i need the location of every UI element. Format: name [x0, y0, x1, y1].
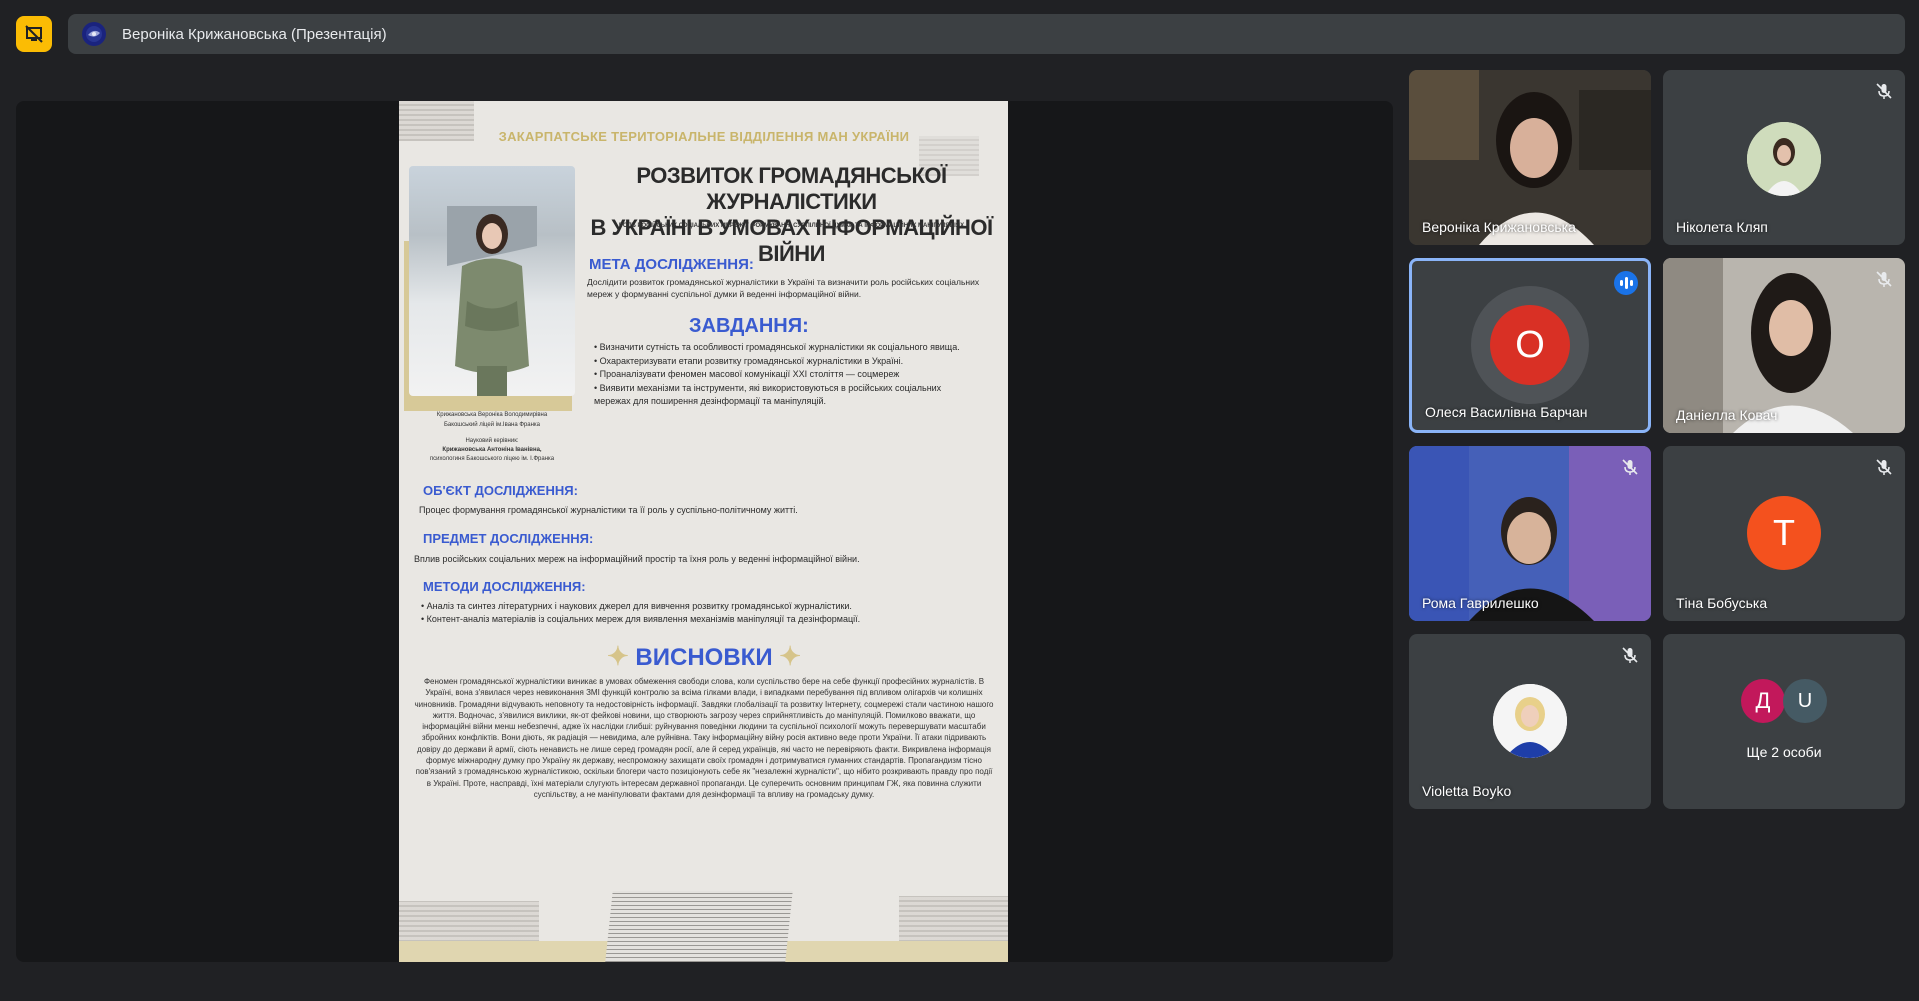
supervisor-role: психологиня Бакошського ліцею ім. І.Фран…	[429, 456, 555, 462]
participant-avatar: Д	[1741, 679, 1785, 723]
tasks-list: Визначити сутність та особливості громад…	[594, 341, 964, 409]
task-item: Охарактеризувати етапи розвитку громадян…	[594, 355, 964, 369]
participant-name: Олеся Василівна Барчан	[1425, 404, 1588, 420]
conclusions-text: Феномен громадянської журналістики виник…	[414, 677, 994, 799]
participant-avatar	[1493, 684, 1567, 758]
mic-off-icon	[1622, 647, 1638, 663]
participant-avatar: U	[1783, 679, 1827, 723]
avatar-photo-icon	[1493, 684, 1567, 758]
goal-text: Дослідити розвиток громадянської журналі…	[587, 277, 980, 299]
participant-name: Даніелла Ковач	[1676, 407, 1778, 423]
mic-off-icon	[1876, 459, 1892, 475]
tasks-heading: ЗАВДАННЯ:	[689, 315, 809, 337]
mic-off-icon	[1876, 271, 1892, 287]
top-bar: Вероніка Крижановська (Презентація)	[0, 0, 1919, 70]
poster-slide: ЗАКАРПАТСЬКЕ ТЕРИТОРІАЛЬНЕ ВІДДІЛЕННЯ МА…	[399, 101, 1008, 962]
participant-tile[interactable]: Вероніка Крижановська	[1409, 70, 1651, 245]
participant-avatar	[1747, 122, 1821, 196]
newspaper-illustration	[605, 891, 793, 962]
galaxy-avatar-icon	[86, 26, 102, 42]
participant-tile[interactable]: Т Тіна Бобуська	[1663, 446, 1905, 621]
presentation-title: Вероніка Крижановська (Презентація)	[122, 25, 387, 43]
object-text: Процес формування громадянської журналіс…	[419, 505, 798, 515]
participant-tile[interactable]: Violetta Boyko	[1409, 634, 1651, 809]
subject-heading: ПРЕДМЕТ ДОСЛІДЖЕННЯ:	[423, 531, 594, 546]
participant-name: Violetta Boyko	[1422, 783, 1512, 799]
participant-avatar: Т	[1747, 496, 1821, 570]
goal-heading: МЕТА ДОСЛІДЖЕННЯ:	[589, 256, 754, 273]
newspaper-decoration	[399, 101, 474, 141]
poster-title: РОЗВИТОК ГРОМАДЯНСЬКОЇ ЖУРНАЛІСТИКИ В УК…	[590, 163, 993, 266]
object-heading: ОБ'ЄКТ ДОСЛІДЖЕННЯ:	[423, 483, 578, 498]
presenter-avatar	[82, 22, 106, 46]
participant-name: Вероніка Крижановська	[1422, 219, 1576, 235]
participant-name: Ніколета Кляп	[1676, 219, 1768, 235]
sparkle-icon: ✦	[779, 641, 802, 671]
participant-tile-active-speaker[interactable]: О Олеся Василівна Барчан	[1409, 258, 1651, 433]
more-participants-label: Ще 2 особи	[1746, 744, 1822, 760]
participant-name: Рома Гаврилешко	[1422, 595, 1539, 611]
supervisor-name: Крижановська Антоніна Іванівна,	[442, 447, 542, 453]
more-participants-tile[interactable]: Д U Ще 2 особи	[1663, 634, 1905, 809]
methods-heading: МЕТОДИ ДОСЛІДЖЕННЯ:	[423, 579, 586, 594]
mic-off-icon	[1622, 459, 1638, 475]
supervisor-label: Науковий керівник:	[465, 438, 519, 444]
task-item: Виявити механізми та інструменти, які ви…	[594, 382, 964, 409]
stop-presenting-button[interactable]	[16, 16, 52, 52]
poster-subtitle: РОЛЬ РОСІЙСЬКИХ СОЦІАЛЬНИХ МЕРЕЖ У ФОРМУ…	[618, 223, 965, 229]
participant-tile[interactable]: Даніелла Ковач	[1663, 258, 1905, 433]
participant-name: Тіна Бобуська	[1676, 595, 1768, 611]
avatar-photo-icon	[1747, 122, 1821, 196]
sparkle-icon: ✦	[606, 641, 629, 671]
methods-list: Аналіз та синтез літературних і наукових…	[421, 600, 991, 626]
presentation-off-icon	[25, 25, 43, 43]
task-item: Визначити сутність та особливості громад…	[594, 341, 964, 355]
conclusions-heading: ✦ ВИСНОВКИ ✦	[606, 641, 802, 671]
subject-text: Вплив російських соціальних мереж на інф…	[414, 554, 860, 564]
participant-tile[interactable]: Ніколета Кляп	[1663, 70, 1905, 245]
author-photo	[409, 166, 575, 396]
author-school: Бакошський ліцей ім.Івана Франка	[443, 422, 540, 428]
presentation-stage: ЗАКАРПАТСЬКЕ ТЕРИТОРІАЛЬНЕ ВІДДІЛЕННЯ МА…	[16, 101, 1393, 962]
author-figure-icon	[447, 206, 537, 396]
presentation-title-bar[interactable]: Вероніка Крижановська (Презентація)	[68, 14, 1905, 54]
author-name: Крижановська Вероніка Володимирівна	[436, 412, 548, 418]
organization-name: ЗАКАРПАТСЬКЕ ТЕРИТОРІАЛЬНЕ ВІДДІЛЕННЯ МА…	[498, 129, 910, 144]
participant-tile[interactable]: Рома Гаврилешко	[1409, 446, 1651, 621]
mic-off-icon	[1876, 83, 1892, 99]
speaking-indicator-icon	[1614, 271, 1638, 295]
task-item: Проаналізувати феномен масової комунікац…	[594, 368, 964, 382]
method-item: Контент-аналіз матеріалів із соціальних …	[421, 613, 991, 626]
method-item: Аналіз та синтез літературних і наукових…	[421, 600, 991, 613]
participant-avatar: О	[1490, 305, 1570, 385]
